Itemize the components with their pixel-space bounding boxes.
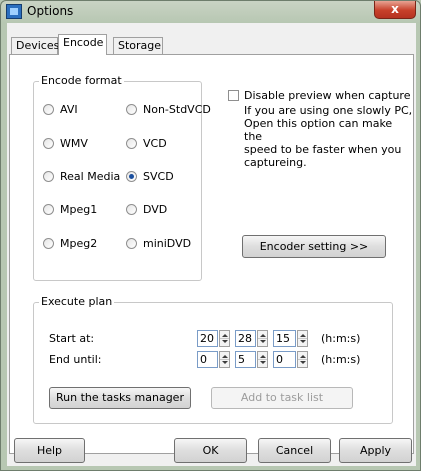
radio-avi-dot[interactable] [43,104,54,115]
app-icon [6,4,22,19]
radio-non-stdvcd-label: Non-StdVCD [143,103,211,116]
radio-vcd-dot[interactable] [126,138,137,149]
run-tasks-manager-button[interactable]: Run the tasks manager [49,387,191,409]
radio-svcd-label: SVCD [143,170,174,183]
end-unit-label: (h:m:s) [321,353,361,366]
radio-avi-label: AVI [60,103,78,116]
radio-dvd-label: DVD [143,203,168,216]
spin-divider [258,338,267,339]
spin-down-icon[interactable] [300,361,306,364]
radio-real-media-dot[interactable] [43,171,54,182]
spin-down-icon[interactable] [300,340,306,343]
radio-vcd-label: VCD [143,137,167,150]
radio-non-stdvcd-dot[interactable] [126,104,137,115]
disable-preview-checkbox[interactable] [228,90,239,101]
spin-up-icon[interactable] [260,355,266,358]
help-button[interactable]: Help [14,438,85,463]
close-button[interactable]: x [374,1,416,19]
ok-button[interactable]: OK [174,438,247,463]
spin-divider [298,359,307,360]
encode-format-group: Encode format AVI Non-StdVCD WMV VCD Rea… [33,75,211,281]
end-second-spinner[interactable] [297,351,308,368]
window-title: Options [27,4,74,18]
execute-plan-group: Execute plan Start at: 20 28 15 (h:m:s) … [33,296,393,424]
spin-up-icon[interactable] [260,334,266,337]
start-hour-spinner[interactable] [219,330,230,347]
end-hour-field[interactable]: 0 [197,351,218,368]
start-hour-field[interactable]: 20 [197,330,218,347]
dialog-client: Devices Encode Storage Encode format AVI… [7,23,416,466]
spin-up-icon[interactable] [222,355,228,358]
title-bar[interactable]: Options x [1,1,420,23]
start-at-label: Start at: [49,332,95,345]
encode-tab-panel: Encode format AVI Non-StdVCD WMV VCD Rea… [9,54,414,454]
start-unit-label: (h:m:s) [321,332,361,345]
spin-divider [298,338,307,339]
spin-divider [220,359,229,360]
spin-down-icon[interactable] [260,340,266,343]
radio-wmv-label: WMV [60,137,88,150]
spin-down-icon[interactable] [222,340,228,343]
spin-up-icon[interactable] [300,355,306,358]
spin-down-icon[interactable] [222,361,228,364]
radio-mpeg2-label: Mpeg2 [60,237,98,250]
cancel-button[interactable]: Cancel [258,438,331,463]
end-until-label: End until: [49,353,102,366]
start-minute-field[interactable]: 28 [235,330,256,347]
spin-up-icon[interactable] [300,334,306,337]
end-hour-spinner[interactable] [219,351,230,368]
apply-button[interactable]: Apply [339,438,412,463]
preview-desc-line-4: captureing. [244,156,307,169]
radio-mpeg1-label: Mpeg1 [60,203,98,216]
spin-divider [220,338,229,339]
radio-mpeg1-dot[interactable] [43,204,54,215]
radio-minidvd-label: miniDVD [143,237,192,250]
radio-real-media-label: Real Media [60,170,121,183]
preview-desc-line-1: If you are using one slowly PC, [244,104,413,117]
end-minute-spinner[interactable] [257,351,268,368]
start-minute-spinner[interactable] [257,330,268,347]
radio-mpeg2-dot[interactable] [43,238,54,249]
end-minute-field[interactable]: 5 [235,351,256,368]
tab-encode[interactable]: Encode [58,34,107,55]
radio-wmv-dot[interactable] [43,138,54,149]
encode-format-title: Encode format [39,74,124,87]
add-to-task-list-button[interactable]: Add to task list [211,387,353,409]
start-second-spinner[interactable] [297,330,308,347]
spin-up-icon[interactable] [222,334,228,337]
disable-preview-label: Disable preview when capture [244,89,411,102]
radio-dvd-dot[interactable] [126,204,137,215]
radio-minidvd-dot[interactable] [126,238,137,249]
end-second-field[interactable]: 0 [273,351,296,368]
tab-devices[interactable]: Devices [11,37,59,54]
preview-desc-line-2: Open this option can make the [244,117,393,143]
start-second-field[interactable]: 15 [273,330,296,347]
encoder-setting-button[interactable]: Encoder setting >> [242,235,386,258]
tab-storage[interactable]: Storage [113,37,163,54]
spin-divider [258,359,267,360]
radio-svcd-dot[interactable] [126,171,137,182]
spin-down-icon[interactable] [260,361,266,364]
preview-description: If you are using one slowly PC, Open thi… [244,104,413,169]
preview-desc-line-3: speed to be faster when you [244,143,402,156]
execute-plan-title: Execute plan [39,295,115,308]
options-window: Options x Devices Encode Storage Encode … [0,0,421,471]
